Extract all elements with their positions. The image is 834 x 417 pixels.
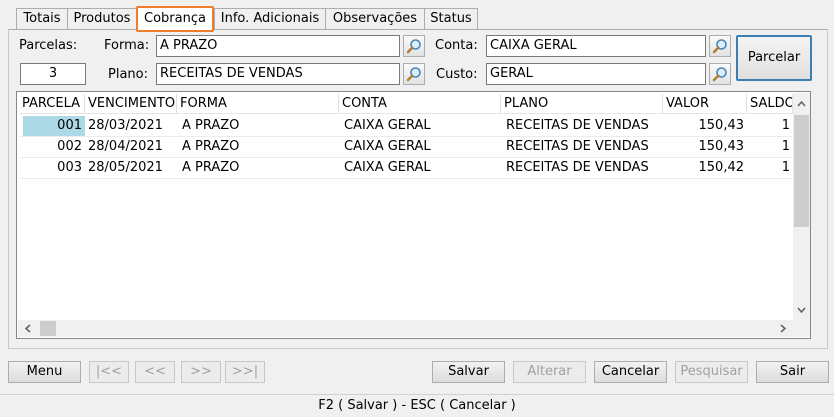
magnifier-icon [406,67,421,82]
cell-saldo[interactable]: 1 [747,116,793,136]
tab-observacoes[interactable]: Observações [325,8,425,29]
cell-conta[interactable]: CAIXA GERAL [341,137,501,157]
custo-search-button[interactable] [709,63,731,85]
forma-search-button[interactable] [403,35,425,57]
scroll-left-icon[interactable] [21,321,35,336]
tab-label: Status [430,11,472,26]
parcelas-grid[interactable]: PARCELA VENCIMENTO FORMA CONTA PLANO VAL… [16,91,811,339]
pesquisar-button[interactable]: Pesquisar [675,361,748,383]
cell-plano[interactable]: RECEITAS DE VENDAS [503,116,663,136]
column-header-valor[interactable]: VALOR [663,94,747,114]
conta-field[interactable]: CAIXA GERAL [486,35,706,57]
column-header-vencimento[interactable]: VENCIMENTO [85,94,177,114]
tab-info-adicionais[interactable]: Info. Adicionais [214,8,326,29]
cell-parcela[interactable]: 002 [23,137,85,157]
tab-label: Cobrança [144,11,206,26]
cell-conta[interactable]: CAIXA GERAL [341,158,501,178]
row-divider [19,178,793,179]
cell-valor[interactable]: 150,43 [663,116,747,136]
status-bar: F2 ( Salvar ) - ESC ( Cancelar ) [0,394,834,416]
tab-label: Produtos [73,11,131,26]
scroll-up-icon[interactable] [794,97,809,111]
magnifier-icon [406,39,421,54]
magnifier-icon [712,39,727,54]
sair-button[interactable]: Sair [756,361,829,383]
horizontal-scrollbar[interactable] [18,320,793,337]
magnifier-icon [712,67,727,82]
cell-plano[interactable]: RECEITAS DE VENDAS [503,158,663,178]
plano-label: Plano: [108,67,148,82]
horizontal-scroll-thumb[interactable] [40,321,56,336]
column-header-parcela[interactable]: PARCELA [19,94,85,114]
cell-valor[interactable]: 150,43 [663,137,747,157]
cell-plano[interactable]: RECEITAS DE VENDAS [503,137,663,157]
forma-label: Forma: [104,38,150,53]
forma-field[interactable]: A PRAZO [156,35,400,57]
cell-vencimento[interactable]: 28/03/2021 [85,116,177,136]
cell-saldo[interactable]: 1 [747,137,793,157]
plano-field[interactable]: RECEITAS DE VENDAS [156,63,400,85]
menu-button[interactable]: Menu [8,361,81,383]
column-header-conta[interactable]: CONTA [339,94,501,114]
tab-label: Totais [23,11,61,26]
tab-label: Info. Adicionais [220,11,320,26]
parcelar-label: Parcelar [747,50,801,65]
parcelas-field[interactable]: 3 [20,63,86,85]
cancelar-button[interactable]: Cancelar [594,361,667,383]
column-header-forma[interactable]: FORMA [177,94,339,114]
cell-vencimento[interactable]: 28/04/2021 [85,137,177,157]
tab-cobranca[interactable]: Cobrança [136,6,214,32]
cell-saldo[interactable]: 1 [747,158,793,178]
custo-label: Custo: [436,67,478,82]
column-header-saldo[interactable]: SALDO [747,94,793,114]
salvar-button[interactable]: Salvar [432,361,505,383]
previous-record-button[interactable]: << [135,361,175,383]
cell-forma[interactable]: A PRAZO [179,158,339,178]
scrollbar-corner [793,320,810,337]
cell-parcela[interactable]: 001 [23,116,85,136]
last-record-button[interactable]: >>| [225,361,265,383]
custo-field[interactable]: GERAL [486,63,706,85]
scroll-down-icon[interactable] [794,303,809,317]
tab-totais[interactable]: Totais [16,8,68,29]
parcelar-button[interactable]: Parcelar [736,35,812,81]
cell-parcela[interactable]: 003 [23,158,85,178]
plano-search-button[interactable] [403,63,425,85]
tab-label: Observações [332,11,418,26]
conta-search-button[interactable] [709,35,731,57]
next-record-button[interactable]: >> [181,361,221,383]
cell-forma[interactable]: A PRAZO [179,116,339,136]
parcelas-label: Parcelas: [19,38,78,53]
cell-conta[interactable]: CAIXA GERAL [341,116,501,136]
alterar-button[interactable]: Alterar [513,361,586,383]
tab-status[interactable]: Status [424,8,478,29]
cell-vencimento[interactable]: 28/05/2021 [85,158,177,178]
vertical-scroll-thumb[interactable] [794,115,809,227]
column-header-plano[interactable]: PLANO [501,94,663,114]
tab-produtos[interactable]: Produtos [67,8,137,29]
cell-valor[interactable]: 150,42 [663,158,747,178]
vertical-scrollbar[interactable] [793,93,810,321]
conta-label: Conta: [435,38,478,53]
cell-forma[interactable]: A PRAZO [179,137,339,157]
scroll-right-icon[interactable] [776,321,790,336]
first-record-button[interactable]: |<< [89,361,129,383]
